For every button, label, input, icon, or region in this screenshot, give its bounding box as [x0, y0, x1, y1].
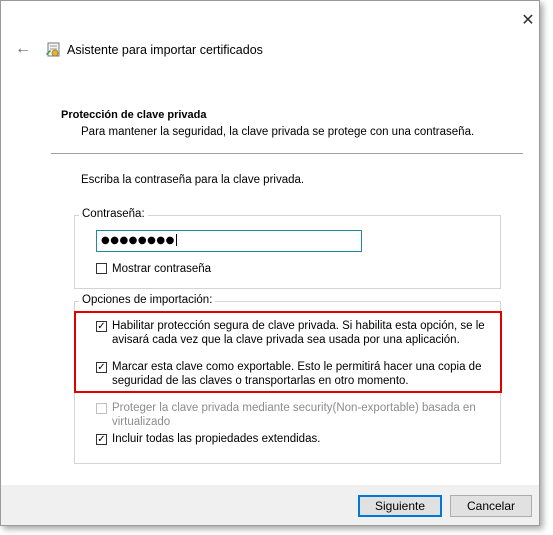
header-divider [51, 153, 523, 154]
exportable-label-line1: Marcar esta clave como exportable. Esto … [112, 361, 482, 373]
import-options-title: Opciones de importación: [79, 294, 216, 306]
password-field[interactable]: ●●●●●●●● [96, 230, 362, 252]
password-value: ●●●●●●●● [101, 235, 175, 246]
section-subheading: Para mantener la seguridad, la clave pri… [81, 126, 475, 138]
import-wizard-window: ✕ ← Asistente para importar certificados… [0, 0, 540, 526]
certificate-wizard-icon [45, 41, 63, 59]
password-group [74, 215, 501, 289]
extended-properties-checkbox[interactable]: ✓ [96, 434, 107, 445]
text-caret [175, 234, 177, 246]
back-arrow-icon[interactable]: ← [15, 39, 35, 59]
exportable-label-line2: seguridad de las claves o transportarlas… [112, 375, 409, 387]
show-password-label: Mostrar contraseña [112, 263, 212, 275]
checkmark-icon: ✓ [97, 321, 106, 332]
checkmark-icon: ✓ [97, 362, 106, 373]
secure-protection-label-line1: Habilitar protección segura de clave pri… [112, 320, 485, 332]
password-group-label: Contraseña: [79, 208, 148, 220]
vbs-protection-label-line1: Proteger la clave privada mediante secur… [112, 402, 476, 414]
exportable-checkbox[interactable]: ✓ [96, 362, 107, 373]
vbs-protection-label-line2: virtualizado [112, 416, 171, 428]
extended-properties-label: Incluir todas las propiedades extendidas… [112, 433, 321, 445]
show-password-checkbox[interactable] [96, 263, 107, 274]
close-icon[interactable]: ✕ [518, 11, 538, 31]
cancel-button[interactable]: Cancelar [450, 495, 532, 517]
secure-protection-checkbox[interactable]: ✓ [96, 321, 107, 332]
secure-protection-label-line2: avisará cada vez que la clave privada se… [112, 334, 460, 346]
section-heading: Protección de clave privada [61, 109, 207, 121]
next-button[interactable]: Siguiente [358, 495, 442, 517]
vbs-protection-checkbox [96, 403, 107, 414]
checkmark-icon: ✓ [97, 434, 106, 445]
wizard-title: Asistente para importar certificados [67, 43, 263, 57]
password-prompt: Escriba la contraseña para la clave priv… [81, 174, 305, 186]
